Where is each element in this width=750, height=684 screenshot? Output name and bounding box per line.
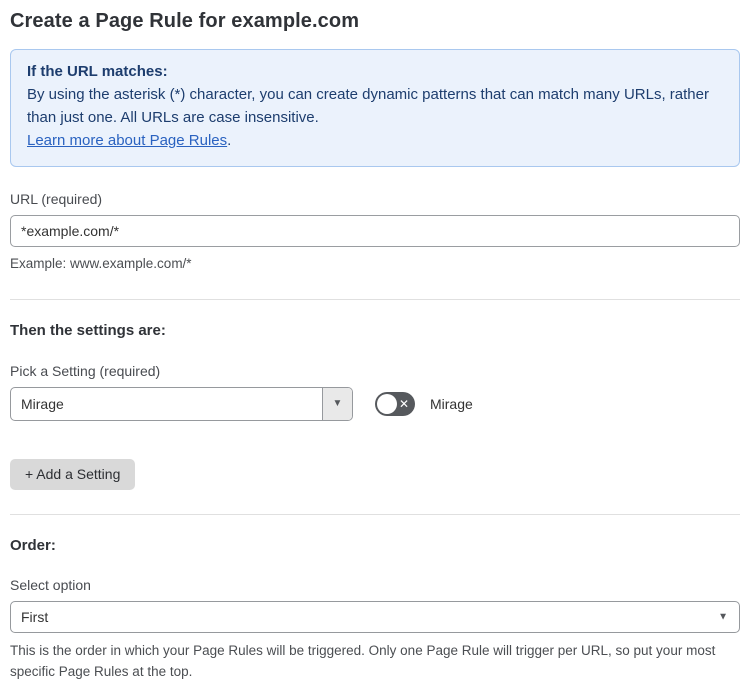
- page-title: Create a Page Rule for example.com: [10, 10, 360, 32]
- info-box-link-line: Learn more about Page Rules.: [27, 130, 723, 153]
- toggle-label: Mirage: [430, 395, 473, 412]
- learn-more-link[interactable]: Learn more about Page Rules: [27, 132, 227, 149]
- pick-setting-label: Pick a Setting (required): [10, 362, 161, 379]
- setting-dropdown-arrow-button[interactable]: ▼: [322, 387, 352, 420]
- info-box-body: By using the asterisk (*) character, you…: [27, 85, 709, 126]
- url-input[interactable]: [10, 214, 740, 247]
- order-select-value: First: [21, 608, 49, 625]
- setting-dropdown-value: Mirage: [21, 395, 64, 412]
- select-option-label: Select option: [10, 576, 91, 593]
- create-page-rule-panel: Create a Page Rule for example.com If th…: [0, 0, 750, 684]
- setting-dropdown[interactable]: Mirage ▼: [10, 386, 353, 421]
- toggle-x-icon: ✕: [398, 396, 409, 411]
- chevron-down-icon: ▼: [718, 611, 728, 623]
- link-suffix: .: [227, 131, 232, 149]
- order-select[interactable]: First ▼: [10, 600, 740, 633]
- divider: [10, 298, 740, 300]
- settings-section-heading: Then the settings are:: [10, 321, 166, 339]
- setting-row: Mirage ▼ ✕ Mirage: [10, 386, 740, 421]
- url-field-label: URL (required): [10, 190, 103, 207]
- url-helper-text: Example: www.example.com/*: [10, 255, 192, 271]
- chevron-down-icon: ▼: [332, 398, 343, 410]
- info-box-heading: If the URL matches:: [27, 63, 168, 80]
- add-setting-button[interactable]: + Add a Setting: [10, 458, 136, 490]
- mirage-toggle[interactable]: ✕: [375, 391, 415, 416]
- divider: [10, 513, 740, 515]
- toggle-knob: [377, 393, 397, 414]
- order-helper-text: This is the order in which your Page Rul…: [10, 642, 716, 679]
- order-section-heading: Order:: [10, 536, 56, 554]
- url-match-info-box: If the URL matches: By using the asteris…: [10, 49, 740, 167]
